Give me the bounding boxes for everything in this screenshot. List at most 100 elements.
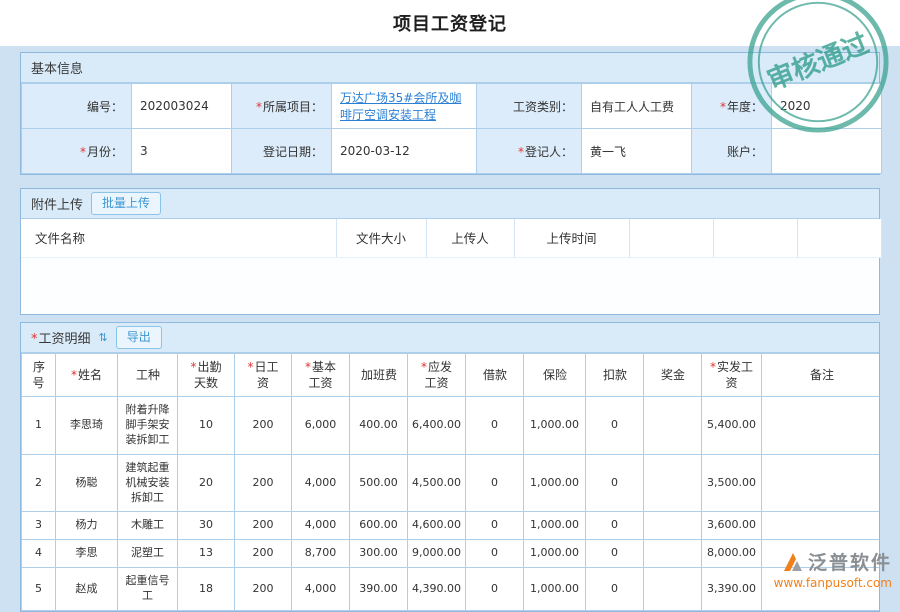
attachments-empty-area — [21, 258, 879, 314]
sort-icon[interactable]: ⇅ — [99, 331, 108, 344]
vendor-url: www.fanpusoft.com — [774, 576, 892, 590]
cell-worktype: 泥塑工 — [118, 540, 178, 568]
cell-insurance: 1,000.00 — [524, 454, 586, 512]
cell-insurance: 1,000.00 — [524, 397, 586, 455]
field-value-account — [772, 129, 882, 174]
field-value-wage-category: 自有工人人工费 — [582, 84, 692, 129]
wage-detail-section: *工资明细 ⇅ 导出 序号 *姓名 工种 *出勤天数 *日工资 *基本工资 加班… — [20, 322, 880, 612]
cell-remark — [762, 512, 881, 540]
basic-info-header: 基本信息 — [21, 53, 879, 83]
col-empty — [797, 219, 881, 257]
col-empty — [629, 219, 713, 257]
cell-bonus — [644, 540, 702, 568]
title-bar: 项目工资登记 — [0, 0, 900, 46]
col-payable-wage: *应发工资 — [408, 354, 466, 397]
cell-payable-wage: 6,400.00 — [408, 397, 466, 455]
field-value-registrar: 黄一飞 — [582, 129, 692, 174]
cell-overtime-pay: 500.00 — [350, 454, 408, 512]
project-link[interactable]: 万达广场35#会所及咖啡厅空调安装工程 — [340, 91, 461, 122]
field-label-account: 账户： — [692, 129, 772, 174]
attachments-header-row: 文件名称 文件大小 上传人 上传时间 — [21, 219, 881, 257]
cell-name: 杨聪 — [56, 454, 118, 512]
cell-base-wage: 6,000 — [292, 397, 350, 455]
basic-info-row-1: 编号： 202003024 *所属项目： 万达广场35#会所及咖啡厅空调安装工程… — [22, 84, 882, 129]
cell-name: 李思 — [56, 540, 118, 568]
field-value-month: 3 — [132, 129, 232, 174]
cell-bonus — [644, 454, 702, 512]
col-loan: 借款 — [466, 354, 524, 397]
wage-row: 4 李思 泥塑工 13 200 8,700 300.00 9,000.00 0 … — [22, 540, 881, 568]
basic-info-row-2: *月份： 3 登记日期： 2020-03-12 *登记人： 黄一飞 账户： — [22, 129, 882, 174]
cell-remark — [762, 397, 881, 455]
attachments-table: 文件名称 文件大小 上传人 上传时间 — [21, 219, 882, 258]
col-index: 序号 — [22, 354, 56, 397]
cell-deduction: 0 — [586, 512, 644, 540]
cell-payable-wage: 9,000.00 — [408, 540, 466, 568]
cell-attendance-days: 18 — [178, 568, 235, 611]
cell-deduction: 0 — [586, 540, 644, 568]
required-star: * — [518, 145, 524, 159]
cell-attendance-days: 30 — [178, 512, 235, 540]
cell-bonus — [644, 397, 702, 455]
cell-daily-wage: 200 — [235, 512, 292, 540]
cell-base-wage: 8,700 — [292, 540, 350, 568]
wage-table: 序号 *姓名 工种 *出勤天数 *日工资 *基本工资 加班费 *应发工资 借款 … — [21, 353, 880, 611]
col-uploader: 上传人 — [426, 219, 514, 257]
field-label-wage-category: 工资类别： — [477, 84, 582, 129]
cell-bonus — [644, 568, 702, 611]
field-value-register-date: 2020-03-12 — [332, 129, 477, 174]
basic-info-form: 编号： 202003024 *所属项目： 万达广场35#会所及咖啡厅空调安装工程… — [21, 83, 882, 174]
col-empty — [713, 219, 797, 257]
col-deduction: 扣款 — [586, 354, 644, 397]
cell-bonus — [644, 512, 702, 540]
required-star: * — [256, 100, 262, 114]
cell-index: 4 — [22, 540, 56, 568]
cell-index: 2 — [22, 454, 56, 512]
vendor-logo: 泛普软件 www.fanpusoft.com — [774, 548, 892, 590]
wage-table-header-row: 序号 *姓名 工种 *出勤天数 *日工资 *基本工资 加班费 *应发工资 借款 … — [22, 354, 881, 397]
batch-upload-button[interactable]: 批量上传 — [91, 192, 161, 215]
cell-loan: 0 — [466, 512, 524, 540]
field-label-project: *所属项目： — [232, 84, 332, 129]
cell-worktype: 建筑起重机械安装拆卸工 — [118, 454, 178, 512]
cell-net-wage: 8,000.00 — [702, 540, 762, 568]
attachments-section: 附件上传 批量上传 文件名称 文件大小 上传人 上传时间 — [20, 188, 880, 315]
cell-payable-wage: 4,390.00 — [408, 568, 466, 611]
col-overtime-pay: 加班费 — [350, 354, 408, 397]
cell-overtime-pay: 300.00 — [350, 540, 408, 568]
attachments-header: 附件上传 批量上传 — [21, 189, 879, 219]
cell-name: 杨力 — [56, 512, 118, 540]
col-insurance: 保险 — [524, 354, 586, 397]
cell-attendance-days: 13 — [178, 540, 235, 568]
cell-insurance: 1,000.00 — [524, 512, 586, 540]
cell-insurance: 1,000.00 — [524, 540, 586, 568]
wage-row: 5 赵成 起重信号工 18 200 4,000 390.00 4,390.00 … — [22, 568, 881, 611]
cell-net-wage: 3,500.00 — [702, 454, 762, 512]
field-value-project: 万达广场35#会所及咖啡厅空调安装工程 — [332, 84, 477, 129]
wage-row: 3 杨力 木雕工 30 200 4,000 600.00 4,600.00 0 … — [22, 512, 881, 540]
export-button[interactable]: 导出 — [116, 326, 162, 349]
col-worktype: 工种 — [118, 354, 178, 397]
cell-base-wage: 4,000 — [292, 454, 350, 512]
cell-loan: 0 — [466, 454, 524, 512]
cell-attendance-days: 20 — [178, 454, 235, 512]
wage-detail-header: *工资明细 ⇅ 导出 — [21, 323, 879, 353]
col-attendance-days: *出勤天数 — [178, 354, 235, 397]
cell-index: 5 — [22, 568, 56, 611]
cell-insurance: 1,000.00 — [524, 568, 586, 611]
cell-daily-wage: 200 — [235, 568, 292, 611]
attachments-title: 附件上传 — [31, 194, 83, 213]
cell-daily-wage: 200 — [235, 540, 292, 568]
cell-remark — [762, 454, 881, 512]
cell-daily-wage: 200 — [235, 454, 292, 512]
cell-loan: 0 — [466, 397, 524, 455]
field-label-month: *月份： — [22, 129, 132, 174]
field-value-year: 2020 — [772, 84, 882, 129]
wage-detail-title: *工资明细 — [31, 328, 91, 347]
field-label-year: *年度： — [692, 84, 772, 129]
cell-deduction: 0 — [586, 568, 644, 611]
col-base-wage: *基本工资 — [292, 354, 350, 397]
cell-payable-wage: 4,500.00 — [408, 454, 466, 512]
col-remark: 备注 — [762, 354, 881, 397]
vendor-logo-icon — [782, 551, 804, 573]
